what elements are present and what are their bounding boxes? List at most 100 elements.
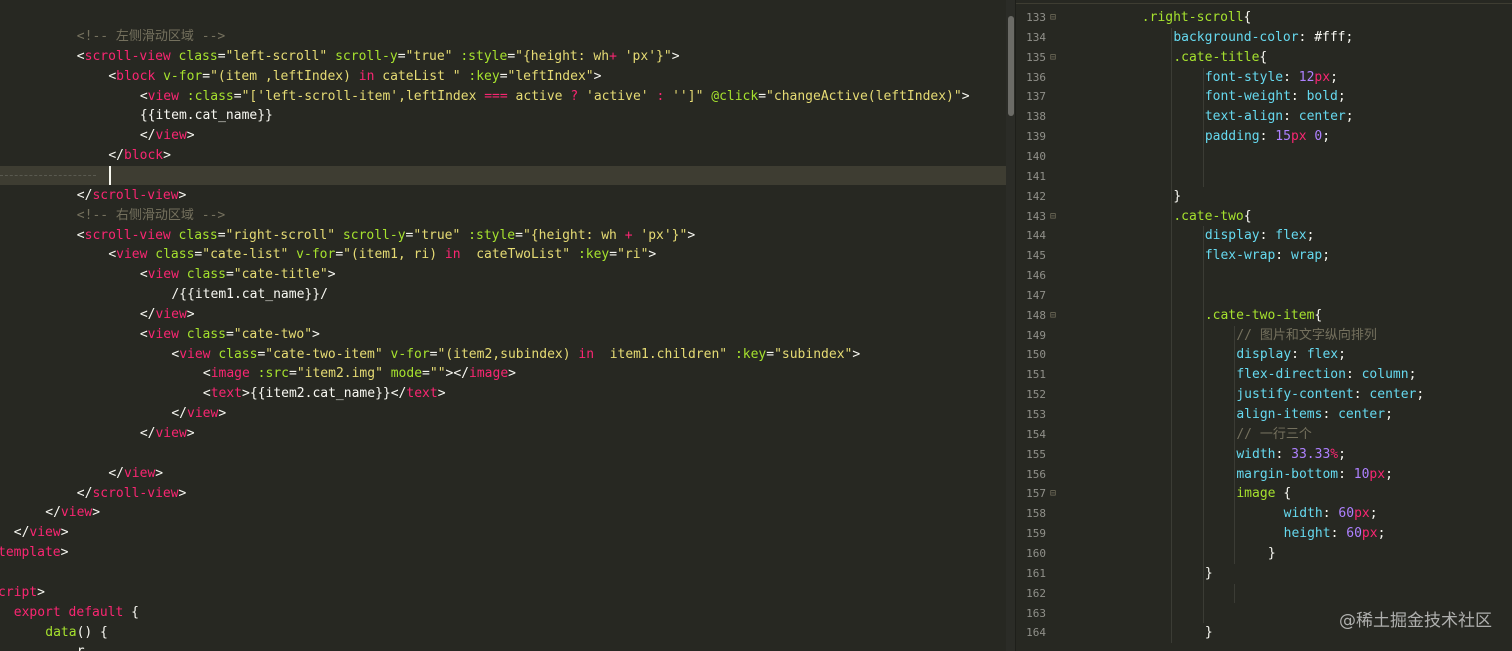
code-token: px [1369,466,1386,482]
fold-toggle-icon[interactable]: ⊟ [1050,8,1056,28]
code-line[interactable]: 146 [1015,266,1512,286]
code-token: } [1204,565,1213,581]
code-line[interactable]: 157 ⊟ image { [1015,484,1512,504]
code-token: "changeActive(leftIndex)" [766,88,962,104]
code-line[interactable]: 136 font-style: 12px; [1015,68,1512,88]
code-line[interactable]: <view :class="['left-scroll-item',leftIn… [0,87,1006,107]
code-line[interactable]: cript> [0,583,1006,603]
code-line[interactable]: 148 ⊟ .cate-two-item{ [1015,306,1512,326]
code-line[interactable]: 160} [1015,544,1512,564]
code-line[interactable]: 149 // 图片和文字纵向排列 [1015,326,1512,346]
code-token: </ [13,525,30,541]
code-line[interactable]: 158 width: 60px; [1015,504,1512,524]
code-line[interactable]: </block> [0,146,1006,166]
line-number: 136 [1026,70,1046,84]
code-token: < [108,247,117,263]
code-line[interactable]: 145 flex-wrap: wrap; [1015,246,1512,266]
code-text: flex-wrap: wrap; [1205,246,1330,266]
code-line[interactable]: <image :src="item2.img" mode=""></image> [0,364,1006,384]
code-token: image [1236,486,1276,502]
fold-toggle-icon[interactable]: ⊟ [1050,207,1056,227]
code-line[interactable]: 133 ⊟ .right-scroll{ [1015,8,1512,28]
code-line[interactable]: 142} [1015,187,1512,207]
code-line[interactable]: /{{item1.cat_name}}/ [0,285,1006,305]
code-line[interactable]: </view> [0,305,1006,325]
code-line[interactable]: <!-- 右侧滑动区域 --> [0,206,1006,226]
line-number: 164 [1026,626,1046,640]
code-line[interactable]: 141 [1015,167,1512,187]
code-line[interactable]: </scroll-view> [0,484,1006,504]
code-line[interactable]: <view class="cate-two"> [0,325,1006,345]
code-token: template [0,545,61,561]
code-line[interactable]: <text>{{item2.cat_name}}</text> [0,384,1006,404]
code-line[interactable]: r [0,642,1006,651]
code-token: ; [1330,69,1338,85]
pane-divider[interactable] [1015,0,1016,651]
code-line[interactable]: <view class="cate-two-item" v-for="(item… [0,345,1006,365]
code-text: display: flex; [1205,226,1315,246]
code-token: < [139,88,148,104]
code-line[interactable]: <scroll-view class="left-scroll" scroll-… [0,47,1006,67]
code-line[interactable]: <!-- 左侧滑动区域 --> [0,27,1006,47]
code-token: = [507,48,516,64]
code-line[interactable]: 143 ⊟ .cate-two{ [1015,207,1512,227]
code-line[interactable]: 137 font-weight: bold; [1015,87,1512,107]
code-line[interactable]: 153 align-items: center; [1015,405,1512,425]
code-line[interactable]: </view> [0,503,1006,523]
code-line[interactable]: {{item.cat_name}} [0,106,1006,126]
code-line[interactable]: template> [0,543,1006,563]
code-line[interactable]: </view> [0,464,1006,484]
code-token: > [178,485,187,501]
code-line[interactable]: </view> [0,424,1006,444]
code-line[interactable]: <view class="cate-title"> [0,265,1006,285]
fold-toggle-icon[interactable]: ⊟ [1050,48,1056,68]
code-token: view [147,88,179,104]
code-line[interactable]: 150 display: flex; [1015,345,1512,365]
code-line[interactable]: 161} [1015,564,1512,584]
code-line[interactable] [0,166,1006,186]
code-line[interactable]: </view> [0,404,1006,424]
code-line[interactable]: 155 width: 33.33%; [1015,445,1512,465]
code-line[interactable]: <view class="cate-list" v-for="(item1, r… [0,245,1006,265]
code-line[interactable]: 139 padding: 15px 0; [1015,127,1512,147]
line-number: 155 [1026,447,1046,461]
code-line[interactable]: 147 [1015,286,1512,306]
code-line[interactable]: 134 background-color: #fff; [1015,28,1512,48]
code-token: font-style [1204,69,1284,85]
code-line[interactable]: 144 display: flex; [1015,226,1512,246]
code-line[interactable]: export default { [0,603,1006,623]
code-line[interactable] [0,563,1006,583]
code-line[interactable]: <block v-for="(item ,leftIndex) in cateL… [0,67,1006,87]
code-line[interactable]: 138 text-align: center; [1015,107,1512,127]
code-token: height [1283,526,1331,542]
code-token: > [92,505,101,521]
code-line[interactable]: 156 margin-bottom: 10px; [1015,465,1512,485]
code-text: } [1205,623,1213,643]
code-line[interactable]: <scroll-view class="right-scroll" scroll… [0,226,1006,246]
left-editor-pane[interactable]: <!-- 左侧滑动区域 --> <scroll-view class="left-… [0,0,1006,651]
code-token: "right-scroll" [225,227,336,243]
code-line[interactable]: 162 [1015,584,1512,604]
code-line[interactable]: 151 flex-direction: column; [1015,365,1512,385]
code-line[interactable]: data() { [0,623,1006,643]
right-editor-pane[interactable]: 133 ⊟ .right-scroll{134 background-color: #… [1015,0,1512,651]
code-line[interactable]: </view> [0,126,1006,146]
code-line[interactable]: </view> [0,523,1006,543]
code-token: "cate-list" [202,247,289,263]
left-scrollbar-thumb[interactable] [1008,16,1014,116]
code-token: { [123,604,139,620]
code-token: // 图片和文字纵向排列 [1236,327,1377,343]
fold-toggle-icon[interactable]: ⊟ [1050,484,1056,504]
code-token: </ [45,505,61,521]
code-line[interactable]: 154 // 一行三个 [1015,425,1512,445]
code-line[interactable]: 140 [1015,147,1512,167]
code-line[interactable] [0,444,1006,464]
code-line[interactable]: </scroll-view> [0,186,1006,206]
code-line[interactable]: 135 ⊟ .cate-title{ [1015,48,1512,68]
code-line[interactable]: 159 height: 60px; [1015,524,1512,544]
code-token: > [37,584,45,600]
fold-toggle-icon[interactable]: ⊟ [1050,306,1056,326]
code-line[interactable]: 152 justify-content: center; [1015,385,1512,405]
